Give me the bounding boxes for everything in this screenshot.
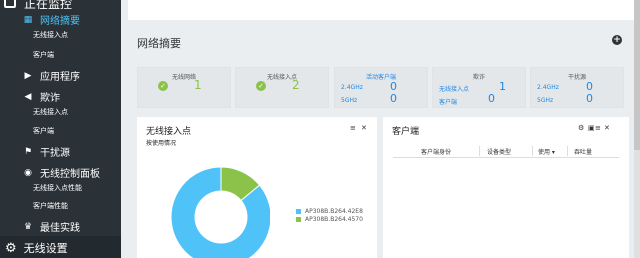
header-divider — [393, 157, 619, 158]
legend-swatch — [296, 209, 301, 214]
sidebar-subitem-client-performance[interactable]: 客户端性能 — [33, 201, 68, 211]
stat-value: 1 — [194, 78, 202, 92]
sidebar-bottom-label: 无线设置 — [23, 242, 68, 255]
column-divider — [532, 146, 533, 156]
legend-item: AP308B.B264.42E8 — [296, 208, 363, 215]
legend-label: AP308B.B264.4570 — [305, 216, 363, 223]
stat-row-key: 无线接入点 — [439, 86, 470, 93]
sidebar-monitoring-header[interactable]: 正在监控 — [0, 0, 121, 12]
export-icon[interactable]: ▣ — [588, 124, 595, 132]
clients-panel — [383, 117, 629, 258]
close-icon[interactable]: ✕ — [361, 124, 367, 132]
stat-value: 2 — [292, 78, 300, 92]
stat-rogues[interactable]: 欺诈 无线接入点 1 客户端 0 — [432, 67, 526, 108]
stat-row-value: 0 — [488, 92, 495, 105]
stat-row-key: 客户端 — [439, 99, 458, 106]
column-header-throughput[interactable]: 吞吐量 — [574, 147, 592, 156]
stat-row-key: 2.4GHz — [537, 84, 559, 91]
menu-icon[interactable]: ≡ — [350, 124, 356, 132]
column-divider — [479, 146, 480, 156]
stat-row-key: 5GHz — [341, 97, 358, 104]
top-card — [128, 0, 634, 20]
stat-label: 无线接入点 — [266, 74, 297, 81]
stat-row-key: 5GHz — [537, 97, 554, 104]
dashboard-icon: ◉ — [24, 167, 32, 178]
legend-label: AP308B.B264.42E8 — [305, 208, 363, 215]
panel-title: 无线接入点 — [146, 127, 192, 137]
gear-icon: ⚙ — [5, 240, 17, 256]
legend-swatch — [296, 217, 301, 222]
stat-row-value: 0 — [586, 92, 593, 105]
sidebar-item-label: 无线控制面板 — [40, 169, 100, 180]
stat-row-value: 0 — [390, 92, 397, 105]
sidebar-item-wireless-dashboard[interactable]: ◉ 无线控制面板 — [0, 165, 121, 181]
sidebar-subitem-ap-performance[interactable]: 无线接入点性能 — [33, 183, 82, 193]
add-icon[interactable]: + — [612, 35, 622, 45]
sidebar-item-rogues[interactable]: ◀ 欺诈 — [0, 89, 121, 105]
page-title: 网络摘要 — [137, 37, 181, 50]
sidebar-item-label: 干扰源 — [40, 148, 70, 159]
sidebar-item-interferers[interactable]: ⚑ 干扰源 — [0, 144, 121, 160]
stat-row-key: 2.4GHz — [341, 84, 363, 91]
stat-interferers[interactable]: 干扰源 2.4GHz 0 5GHz 0 — [530, 67, 624, 108]
sidebar-item-label: 欺诈 — [40, 93, 60, 104]
grid-icon: ▦ — [23, 14, 33, 25]
sidebar-subitem-access-points[interactable]: 无线接入点 — [33, 30, 68, 40]
stat-row-value: 1 — [499, 80, 506, 93]
sidebar-subitem-clients[interactable]: 客户端 — [33, 50, 54, 60]
stat-wireless-networks[interactable]: 无线网络 ✓ 1 — [137, 67, 231, 108]
panel-subtitle: 按使用情况 — [146, 140, 177, 147]
megaphone-icon: ◀ — [24, 91, 32, 102]
column-header-client-id[interactable]: 客户端身份 — [421, 147, 451, 156]
sidebar-item-label: 网络摘要 — [40, 16, 80, 27]
sidebar-subitem-rogue-clients[interactable]: 客户端 — [33, 126, 54, 136]
flag-icon: ⚑ — [23, 146, 33, 157]
sidebar-item-network-summary[interactable]: ▦ 网络摘要 — [0, 12, 121, 28]
column-header-usage[interactable]: 使用 ▾ — [538, 147, 555, 156]
monitor-icon — [4, 0, 16, 8]
sidebar-item-applications[interactable]: ▶ 应用程序 — [0, 68, 121, 84]
legend-item: AP308B.B264.4570 — [296, 216, 363, 223]
stat-label: 干扰源 — [567, 74, 586, 81]
stat-label: 欺诈 — [472, 74, 485, 81]
panel-title: 客户端 — [392, 127, 420, 137]
stat-active-clients[interactable]: 活动客户端 2.4GHz 0 5GHz 0 — [334, 67, 428, 108]
menu-icon[interactable]: ≡ — [595, 124, 601, 132]
sidebar-monitoring-label: 正在监控 — [24, 0, 73, 11]
gear-icon[interactable]: ⚙ — [578, 124, 584, 132]
sidebar-wireless-settings[interactable]: ⚙ 无线设置 — [0, 236, 121, 258]
check-icon: ✓ — [158, 81, 168, 91]
sidebar: 正在监控 ▦ 网络摘要 无线接入点 客户端 ▶ 应用程序 ◀ 欺诈 无线接入点 … — [0, 0, 121, 258]
play-circle-icon: ▶ — [24, 70, 32, 81]
sidebar-item-best-practices[interactable]: ♛ 最佳实践 — [0, 219, 121, 235]
column-header-device-type[interactable]: 设备类型 — [487, 147, 511, 156]
close-icon[interactable]: ✕ — [604, 124, 610, 132]
sidebar-subitem-rogue-access-points[interactable]: 无线接入点 — [33, 107, 68, 117]
stat-label: 活动客户端 — [365, 74, 396, 81]
check-icon: ✓ — [256, 81, 266, 91]
stat-access-points[interactable]: 无线接入点 ✓ 2 — [235, 67, 329, 108]
trophy-icon: ♛ — [23, 221, 33, 232]
usage-donut-chart — [170, 166, 270, 258]
page-scrollbar-thumb[interactable] — [634, 0, 640, 150]
stat-label: 无线网络 — [171, 74, 196, 81]
sidebar-item-label: 应用程序 — [40, 72, 80, 83]
column-divider — [567, 146, 568, 156]
sidebar-item-label: 最佳实践 — [40, 223, 80, 234]
